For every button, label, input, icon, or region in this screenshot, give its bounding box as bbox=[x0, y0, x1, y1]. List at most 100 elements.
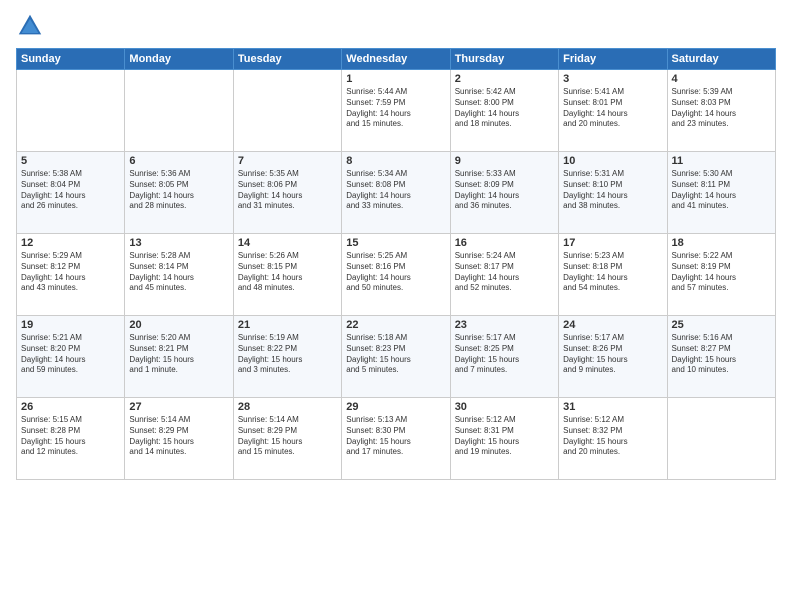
calendar-cell: 27 Sunrise: 5:14 AM Sunset: 8:29 PM Dayli… bbox=[125, 398, 233, 480]
calendar-cell: 17Sunrise: 5:23 AM Sunset: 8:18 PM Dayli… bbox=[559, 234, 667, 316]
day-number: 25 bbox=[672, 319, 771, 331]
day-number: 17 bbox=[563, 237, 662, 249]
calendar-cell: 5 Sunrise: 5:38 AM Sunset: 8:04 PM Daylig… bbox=[17, 152, 125, 234]
day-info: Sunrise: 5:12 AM Sunset: 8:32 PM Dayligh… bbox=[563, 415, 662, 458]
calendar-week-row: 5 Sunrise: 5:38 AM Sunset: 8:04 PM Daylig… bbox=[17, 152, 776, 234]
day-number: 16 bbox=[455, 237, 554, 249]
calendar-cell bbox=[125, 70, 233, 152]
day-info: Sunrise: 5:26 AM Sunset: 8:15 PM Dayligh… bbox=[238, 251, 337, 294]
day-number: 13 bbox=[129, 237, 228, 249]
calendar-cell: 7 Sunrise: 5:35 AM Sunset: 8:06 PM Daylig… bbox=[233, 152, 341, 234]
calendar-header-wednesday: Wednesday bbox=[342, 49, 450, 70]
day-info: Sunrise: 5:17 AM Sunset: 8:25 PM Dayligh… bbox=[455, 333, 554, 376]
day-number: 26 bbox=[21, 401, 120, 413]
day-info: Sunrise: 5:39 AM Sunset: 8:03 PM Dayligh… bbox=[672, 87, 771, 130]
day-number: 8 bbox=[346, 155, 445, 167]
day-number: 31 bbox=[563, 401, 662, 413]
calendar-cell: 4 Sunrise: 5:39 AM Sunset: 8:03 PM Daylig… bbox=[667, 70, 775, 152]
calendar-header-monday: Monday bbox=[125, 49, 233, 70]
calendar-cell bbox=[17, 70, 125, 152]
calendar-cell: 31 Sunrise: 5:12 AM Sunset: 8:32 PM Dayli… bbox=[559, 398, 667, 480]
day-info: Sunrise: 5:25 AM Sunset: 8:16 PM Dayligh… bbox=[346, 251, 445, 294]
day-number: 7 bbox=[238, 155, 337, 167]
calendar-cell: 14Sunrise: 5:26 AM Sunset: 8:15 PM Dayli… bbox=[233, 234, 341, 316]
day-info: Sunrise: 5:42 AM Sunset: 8:00 PM Dayligh… bbox=[455, 87, 554, 130]
day-number: 23 bbox=[455, 319, 554, 331]
calendar-week-row: 1 Sunrise: 5:44 AM Sunset: 7:59 PM Daylig… bbox=[17, 70, 776, 152]
day-info: Sunrise: 5:28 AM Sunset: 8:14 PM Dayligh… bbox=[129, 251, 228, 294]
day-number: 3 bbox=[563, 73, 662, 85]
calendar-week-row: 19Sunrise: 5:21 AM Sunset: 8:20 PM Dayli… bbox=[17, 316, 776, 398]
day-info: Sunrise: 5:36 AM Sunset: 8:05 PM Dayligh… bbox=[129, 169, 228, 212]
day-info: Sunrise: 5:21 AM Sunset: 8:20 PM Dayligh… bbox=[21, 333, 120, 376]
day-number: 30 bbox=[455, 401, 554, 413]
calendar-cell: 13 Sunrise: 5:28 AM Sunset: 8:14 PM Dayli… bbox=[125, 234, 233, 316]
calendar-cell: 20 Sunrise: 5:20 AM Sunset: 8:21 PM Dayli… bbox=[125, 316, 233, 398]
calendar-header-sunday: Sunday bbox=[17, 49, 125, 70]
calendar-header-friday: Friday bbox=[559, 49, 667, 70]
calendar-cell: 19Sunrise: 5:21 AM Sunset: 8:20 PM Dayli… bbox=[17, 316, 125, 398]
calendar-cell: 11Sunrise: 5:30 AM Sunset: 8:11 PM Dayli… bbox=[667, 152, 775, 234]
day-info: Sunrise: 5:44 AM Sunset: 7:59 PM Dayligh… bbox=[346, 87, 445, 130]
calendar-cell: 16Sunrise: 5:24 AM Sunset: 8:17 PM Dayli… bbox=[450, 234, 558, 316]
calendar-cell: 30Sunrise: 5:12 AM Sunset: 8:31 PM Dayli… bbox=[450, 398, 558, 480]
day-info: Sunrise: 5:14 AM Sunset: 8:29 PM Dayligh… bbox=[238, 415, 337, 458]
day-number: 4 bbox=[672, 73, 771, 85]
calendar-cell: 10 Sunrise: 5:31 AM Sunset: 8:10 PM Dayli… bbox=[559, 152, 667, 234]
day-info: Sunrise: 5:17 AM Sunset: 8:26 PM Dayligh… bbox=[563, 333, 662, 376]
calendar-cell: 6 Sunrise: 5:36 AM Sunset: 8:05 PM Daylig… bbox=[125, 152, 233, 234]
calendar-week-row: 26Sunrise: 5:15 AM Sunset: 8:28 PM Dayli… bbox=[17, 398, 776, 480]
calendar-cell: 1 Sunrise: 5:44 AM Sunset: 7:59 PM Daylig… bbox=[342, 70, 450, 152]
calendar-cell bbox=[233, 70, 341, 152]
calendar-cell: 22Sunrise: 5:18 AM Sunset: 8:23 PM Dayli… bbox=[342, 316, 450, 398]
day-info: Sunrise: 5:33 AM Sunset: 8:09 PM Dayligh… bbox=[455, 169, 554, 212]
day-number: 12 bbox=[21, 237, 120, 249]
day-info: Sunrise: 5:20 AM Sunset: 8:21 PM Dayligh… bbox=[129, 333, 228, 376]
day-info: Sunrise: 5:29 AM Sunset: 8:12 PM Dayligh… bbox=[21, 251, 120, 294]
day-info: Sunrise: 5:19 AM Sunset: 8:22 PM Dayligh… bbox=[238, 333, 337, 376]
calendar-table: SundayMondayTuesdayWednesdayThursdayFrid… bbox=[16, 48, 776, 480]
calendar-week-row: 12 Sunrise: 5:29 AM Sunset: 8:12 PM Dayli… bbox=[17, 234, 776, 316]
day-number: 24 bbox=[563, 319, 662, 331]
calendar-header-thursday: Thursday bbox=[450, 49, 558, 70]
day-info: Sunrise: 5:34 AM Sunset: 8:08 PM Dayligh… bbox=[346, 169, 445, 212]
day-number: 5 bbox=[21, 155, 120, 167]
day-number: 18 bbox=[672, 237, 771, 249]
day-number: 15 bbox=[346, 237, 445, 249]
day-info: Sunrise: 5:31 AM Sunset: 8:10 PM Dayligh… bbox=[563, 169, 662, 212]
day-info: Sunrise: 5:22 AM Sunset: 8:19 PM Dayligh… bbox=[672, 251, 771, 294]
day-info: Sunrise: 5:14 AM Sunset: 8:29 PM Dayligh… bbox=[129, 415, 228, 458]
calendar-cell: 15 Sunrise: 5:25 AM Sunset: 8:16 PM Dayli… bbox=[342, 234, 450, 316]
calendar-cell: 2 Sunrise: 5:42 AM Sunset: 8:00 PM Daylig… bbox=[450, 70, 558, 152]
day-number: 2 bbox=[455, 73, 554, 85]
day-number: 1 bbox=[346, 73, 445, 85]
day-number: 29 bbox=[346, 401, 445, 413]
day-number: 10 bbox=[563, 155, 662, 167]
day-info: Sunrise: 5:38 AM Sunset: 8:04 PM Dayligh… bbox=[21, 169, 120, 212]
day-number: 21 bbox=[238, 319, 337, 331]
calendar-header-saturday: Saturday bbox=[667, 49, 775, 70]
logo bbox=[16, 12, 48, 40]
day-info: Sunrise: 5:18 AM Sunset: 8:23 PM Dayligh… bbox=[346, 333, 445, 376]
logo-icon bbox=[16, 12, 44, 40]
day-number: 9 bbox=[455, 155, 554, 167]
day-info: Sunrise: 5:16 AM Sunset: 8:27 PM Dayligh… bbox=[672, 333, 771, 376]
day-number: 6 bbox=[129, 155, 228, 167]
day-info: Sunrise: 5:41 AM Sunset: 8:01 PM Dayligh… bbox=[563, 87, 662, 130]
calendar-cell: 9 Sunrise: 5:33 AM Sunset: 8:09 PM Daylig… bbox=[450, 152, 558, 234]
calendar-cell: 21 Sunrise: 5:19 AM Sunset: 8:22 PM Dayli… bbox=[233, 316, 341, 398]
day-number: 20 bbox=[129, 319, 228, 331]
calendar-cell: 18 Sunrise: 5:22 AM Sunset: 8:19 PM Dayli… bbox=[667, 234, 775, 316]
day-number: 28 bbox=[238, 401, 337, 413]
calendar-cell bbox=[667, 398, 775, 480]
calendar-cell: 12 Sunrise: 5:29 AM Sunset: 8:12 PM Dayli… bbox=[17, 234, 125, 316]
calendar-cell: 3 Sunrise: 5:41 AM Sunset: 8:01 PM Daylig… bbox=[559, 70, 667, 152]
calendar-cell: 25 Sunrise: 5:16 AM Sunset: 8:27 PM Dayli… bbox=[667, 316, 775, 398]
header bbox=[16, 12, 776, 40]
day-info: Sunrise: 5:35 AM Sunset: 8:06 PM Dayligh… bbox=[238, 169, 337, 212]
day-number: 27 bbox=[129, 401, 228, 413]
calendar-cell: 23 Sunrise: 5:17 AM Sunset: 8:25 PM Dayli… bbox=[450, 316, 558, 398]
calendar-cell: 28 Sunrise: 5:14 AM Sunset: 8:29 PM Dayli… bbox=[233, 398, 341, 480]
calendar-cell: 24 Sunrise: 5:17 AM Sunset: 8:26 PM Dayli… bbox=[559, 316, 667, 398]
calendar-header-row: SundayMondayTuesdayWednesdayThursdayFrid… bbox=[17, 49, 776, 70]
